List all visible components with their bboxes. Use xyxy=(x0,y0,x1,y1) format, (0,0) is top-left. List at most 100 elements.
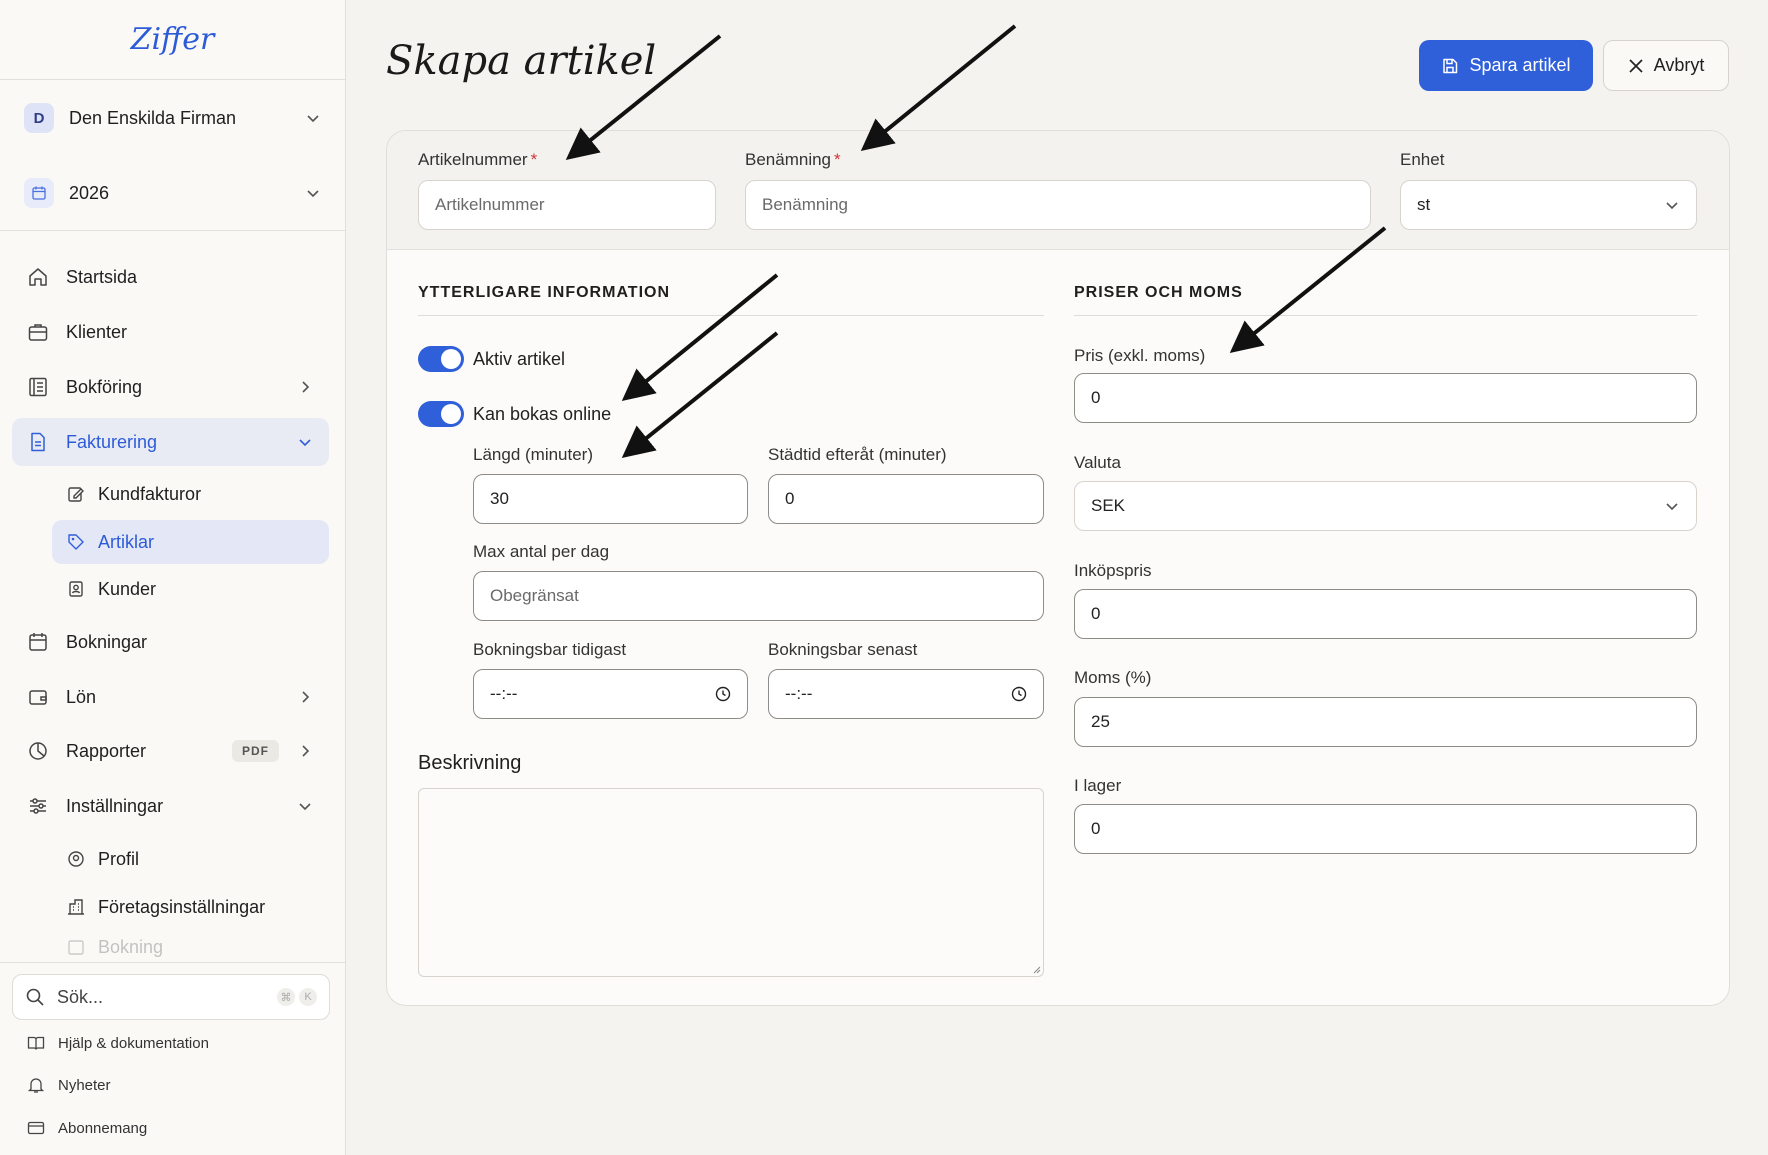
sidebar-item-bokning[interactable]: Bokning xyxy=(52,933,329,961)
beskrivning-label: Beskrivning xyxy=(418,752,522,774)
chevron-right-icon xyxy=(302,745,310,757)
inkopspris-input[interactable]: 0 xyxy=(1074,589,1697,639)
sidebar-item-bokningar[interactable]: Bokningar xyxy=(12,618,329,666)
valuta-label: Valuta xyxy=(1074,453,1121,472)
footer-label: Hjälp & dokumentation xyxy=(58,1034,209,1052)
langd-input[interactable]: 30 xyxy=(473,474,748,524)
required-marker: * xyxy=(530,150,538,169)
bell-icon xyxy=(26,1075,46,1095)
edit-icon xyxy=(66,484,86,504)
enhet-label: Enhet xyxy=(1400,150,1445,169)
pdf-badge: PDF xyxy=(232,740,279,762)
moms-input[interactable]: 25 xyxy=(1074,697,1697,747)
chevron-down-icon xyxy=(1666,503,1678,511)
sliders-icon xyxy=(26,794,50,818)
pris-input[interactable]: 0 xyxy=(1074,373,1697,423)
benamning-field[interactable]: Benämning xyxy=(745,180,1371,230)
sidebar-item-profil[interactable]: Profil xyxy=(52,837,329,881)
chevron-right-icon xyxy=(302,691,310,703)
resize-handle-icon[interactable] xyxy=(1031,964,1041,974)
bokningsbar-senast-input[interactable]: --:-- xyxy=(768,669,1044,719)
valuta-select[interactable]: SEK xyxy=(1074,481,1697,531)
kan-bokas-online-toggle[interactable] xyxy=(418,401,464,427)
sidebar-item-installningar[interactable]: Inställningar xyxy=(12,782,329,830)
year-label: 2026 xyxy=(69,182,110,203)
pris-value: 0 xyxy=(1091,388,1101,407)
artikelnummer-field[interactable]: Artikelnummer xyxy=(418,180,716,230)
save-button[interactable]: Spara artikel xyxy=(1419,40,1593,91)
pris-label: Pris (exkl. moms) xyxy=(1074,346,1206,365)
enhet-value: st xyxy=(1417,195,1431,214)
company-avatar: D xyxy=(24,103,54,133)
footer-label: Nyheter xyxy=(58,1076,111,1094)
chevron-down-icon xyxy=(1666,202,1678,210)
search-icon xyxy=(26,988,44,1006)
i-lager-input[interactable]: 0 xyxy=(1074,804,1697,854)
inkopspris-value: 0 xyxy=(1091,604,1101,623)
i-lager-label: I lager xyxy=(1074,776,1122,795)
shortcut-key: ⌘ xyxy=(277,988,295,1006)
footer-news-link[interactable]: Nyheter xyxy=(26,1070,111,1100)
sidebar-item-lon[interactable]: Lön xyxy=(12,673,329,721)
ledger-icon xyxy=(26,375,50,399)
benamning-label-text: Benämning xyxy=(745,150,832,169)
langd-value: 30 xyxy=(490,489,509,508)
sidebar-item-label: Lön xyxy=(66,686,97,707)
artikelnummer-placeholder: Artikelnummer xyxy=(435,195,545,214)
sidebar-item-label: Profil xyxy=(98,848,140,869)
langd-label: Längd (minuter) xyxy=(473,445,594,464)
beskrivning-textarea[interactable] xyxy=(418,788,1044,977)
enhet-select[interactable]: st xyxy=(1400,180,1697,230)
sidebar-item-bokforing[interactable]: Bokföring xyxy=(12,363,329,411)
close-icon xyxy=(1629,58,1643,73)
max-per-dag-label: Max antal per dag xyxy=(473,542,610,561)
tag-icon xyxy=(66,532,86,552)
company-selector[interactable]: D Den Enskilda Firman xyxy=(24,98,321,138)
stadtid-value: 0 xyxy=(785,489,795,508)
year-selector[interactable]: 2026 xyxy=(24,173,321,213)
book-icon xyxy=(26,1033,46,1053)
sidebar-item-fakturering[interactable]: Fakturering xyxy=(12,418,329,466)
save-button-label: Spara artikel xyxy=(1469,55,1571,75)
clock-icon[interactable] xyxy=(1011,686,1027,702)
section-divider xyxy=(1074,315,1697,316)
arrow-to-benamning xyxy=(860,24,1017,152)
briefcase-icon xyxy=(26,320,50,344)
chevron-down-icon xyxy=(307,190,319,198)
sidebar: Ziffer D Den Enskilda Firman 2026 Starts… xyxy=(0,0,346,1155)
cancel-button[interactable]: Avbryt xyxy=(1603,40,1729,91)
document-icon xyxy=(26,430,50,454)
sidebar-item-label: Kundfakturor xyxy=(98,483,202,504)
calendar-icon xyxy=(26,630,50,654)
footer-help-link[interactable]: Hjälp & dokumentation xyxy=(26,1028,209,1058)
moms-value: 25 xyxy=(1091,712,1110,731)
sidebar-item-label: Bokföring xyxy=(66,376,143,397)
valuta-value: SEK xyxy=(1091,496,1126,515)
search-input[interactable]: Sök... ⌘ K xyxy=(12,974,330,1020)
footer-subscription-link[interactable]: Abonnemang xyxy=(26,1113,147,1143)
max-per-dag-input[interactable]: Obegränsat xyxy=(473,571,1044,621)
bokningsbar-tidigast-input[interactable]: --:-- xyxy=(473,669,748,719)
app-logo[interactable]: Ziffer xyxy=(0,0,345,80)
aktiv-artikel-toggle[interactable] xyxy=(418,346,464,372)
moms-label: Moms (%) xyxy=(1074,668,1152,687)
sidebar-item-kunder[interactable]: Kunder xyxy=(52,567,329,611)
company-name: Den Enskilda Firman xyxy=(69,107,237,128)
sidebar-item-artiklar[interactable]: Artiklar xyxy=(52,520,329,564)
clock-icon[interactable] xyxy=(715,686,731,702)
max-per-dag-placeholder: Obegränsat xyxy=(490,586,579,605)
ytterligare-info-heading: YTTERLIGARE INFORMATION xyxy=(418,284,671,301)
sidebar-item-foretagsinstallningar[interactable]: Företagsinställningar xyxy=(52,885,329,929)
chevron-down-icon xyxy=(307,115,319,123)
sidebar-divider xyxy=(0,962,345,963)
calendar-icon xyxy=(24,178,54,208)
i-lager-value: 0 xyxy=(1091,819,1101,838)
contact-card-icon xyxy=(66,579,86,599)
sidebar-item-startsida[interactable]: Startsida xyxy=(12,253,329,301)
sidebar-item-klienter[interactable]: Klienter xyxy=(12,308,329,356)
sidebar-item-rapporter[interactable]: Rapporter PDF xyxy=(12,727,329,775)
sidebar-item-kundfakturor[interactable]: Kundfakturor xyxy=(52,472,329,516)
stadtid-input[interactable]: 0 xyxy=(768,474,1044,524)
chevron-right-icon xyxy=(302,381,310,393)
save-icon xyxy=(1443,58,1458,73)
